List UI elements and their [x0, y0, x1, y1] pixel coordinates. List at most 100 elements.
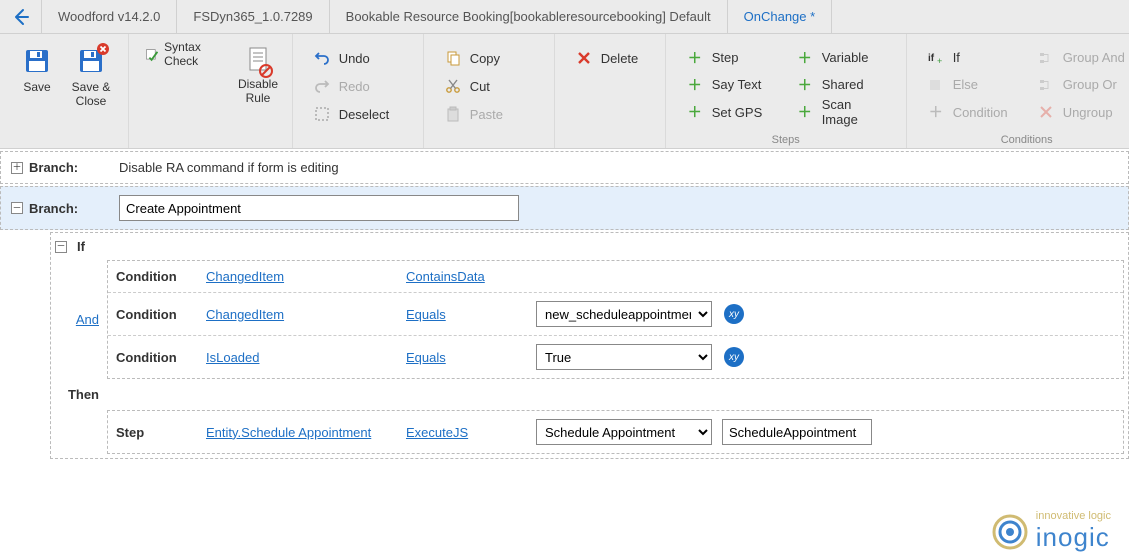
condition-field-link[interactable]: ChangedItem — [206, 269, 284, 284]
step-field-link[interactable]: Entity.Schedule Appointment — [206, 425, 371, 440]
condition-operator-link[interactable]: Equals — [406, 307, 446, 322]
then-row: Then — [55, 379, 1124, 410]
add-variable-button[interactable]: ＋Variable — [792, 44, 890, 71]
delete-icon — [575, 49, 593, 67]
then-label: Then — [55, 387, 107, 402]
arrow-left-icon — [11, 7, 31, 27]
copy-icon — [444, 49, 462, 67]
collapse-toggle[interactable]: － — [11, 202, 23, 214]
cut-button[interactable]: Cut — [440, 72, 538, 100]
plus-icon: ＋ — [796, 76, 814, 94]
save-button[interactable]: Save — [10, 40, 64, 148]
condition-operator-link[interactable]: Equals — [406, 350, 446, 365]
add-else-button: Else — [923, 71, 1021, 98]
step-type: Step — [116, 425, 206, 440]
branch-name-input[interactable] — [119, 195, 519, 221]
ribbon-group-steps: ＋Step ＋Say Text ＋Set GPS ＋Variable ＋Shar… — [666, 34, 907, 148]
condition-row[interactable]: Condition ChangedItem ContainsData — [108, 261, 1123, 292]
condition-value-select[interactable]: new_scheduleappointment — [536, 301, 712, 327]
paste-button: Paste — [440, 100, 538, 128]
add-shared-button[interactable]: ＋Shared — [792, 71, 890, 98]
plus-icon: ＋ — [686, 76, 704, 94]
condition-type: Condition — [116, 307, 206, 322]
logo-tagline: innovative logic — [1036, 510, 1111, 522]
group-or-button: Group Or — [1033, 71, 1129, 98]
back-button[interactable] — [0, 0, 42, 33]
breadcrumb-item-0[interactable]: Woodford v14.2.0 — [42, 0, 177, 33]
and-operator-link[interactable]: And — [76, 312, 99, 327]
logo-icon — [990, 512, 1030, 552]
ungroup-button: Ungroup — [1033, 99, 1129, 126]
delete-button[interactable]: Delete — [571, 44, 649, 72]
add-condition-button: ＋ Condition — [923, 99, 1021, 126]
add-scanimage-button[interactable]: ＋Scan Image — [792, 98, 890, 126]
condition-block: And Condition ChangedItem ContainsData C… — [55, 260, 1124, 379]
cut-icon — [444, 77, 462, 95]
logo-name: inogic — [1036, 522, 1111, 553]
plus-icon: ＋ — [796, 49, 814, 67]
step-row[interactable]: Step Entity.Schedule Appointment Execute… — [107, 410, 1124, 454]
ribbon-group-rule: Syntax Check Disable Rule — [129, 34, 293, 148]
add-step-button[interactable]: ＋Step — [682, 44, 780, 71]
save-icon — [22, 46, 52, 76]
add-saytext-button[interactable]: ＋Say Text — [682, 71, 780, 98]
ribbon-group-conditions: if+ If Else ＋ Condition Group And Group … — [907, 34, 1129, 148]
expand-toggle[interactable]: ＋ — [11, 162, 23, 174]
plus-icon: ＋ — [927, 103, 945, 121]
condition-table: Condition ChangedItem ContainsData Condi… — [107, 260, 1124, 379]
save-close-button[interactable]: Save & Close — [64, 40, 118, 148]
ribbon-group-clipboard: Copy Cut Paste — [424, 34, 555, 148]
deselect-button[interactable]: Deselect — [309, 100, 407, 128]
brand-logo: innovative logic inogic — [990, 510, 1111, 553]
if-block: － If And Condition ChangedItem ContainsD… — [50, 232, 1129, 459]
syntax-check-button[interactable]: Syntax Check — [139, 40, 224, 68]
copy-button[interactable]: Copy — [440, 44, 538, 72]
branch-label: Branch: — [29, 160, 119, 175]
svg-text:if: if — [928, 53, 935, 64]
step-block-wrap: Step Entity.Schedule Appointment Execute… — [55, 410, 1124, 454]
branch-row-expanded[interactable]: － Branch: — [0, 186, 1129, 230]
deselect-icon — [313, 105, 331, 123]
breadcrumb-item-1[interactable]: FSDyn365_1.0.7289 — [177, 0, 329, 33]
disable-rule-icon — [246, 46, 270, 77]
rule-content: ＋ Branch: Disable RA command if form is … — [0, 151, 1129, 459]
add-setgps-button[interactable]: ＋Set GPS — [682, 99, 780, 126]
step-value-select[interactable]: Schedule Appointment — [536, 419, 712, 445]
steps-group-label: Steps — [666, 134, 906, 146]
save-close-icon — [76, 46, 106, 76]
syntax-check-icon — [145, 45, 158, 63]
if-icon: if+ — [927, 49, 945, 67]
plus-icon: ＋ — [796, 103, 814, 121]
ribbon-group-save: Save Save & Close — [0, 34, 129, 148]
breadcrumb: Woodford v14.2.0 FSDyn365_1.0.7289 Booka… — [0, 0, 1129, 34]
condition-type: Condition — [116, 269, 206, 284]
condition-row[interactable]: Condition ChangedItem Equals new_schedul… — [108, 292, 1123, 335]
condition-field-link[interactable]: IsLoaded — [206, 350, 260, 365]
redo-button: Redo — [309, 72, 407, 100]
breadcrumb-item-2[interactable]: Bookable Resource Booking[bookableresour… — [330, 0, 728, 33]
fx-button[interactable]: xy — [724, 304, 744, 324]
ribbon-group-edit1: Undo Redo Deselect — [293, 34, 424, 148]
fx-button[interactable]: xy — [724, 347, 744, 367]
paste-icon — [444, 105, 462, 123]
svg-text:+: + — [937, 56, 942, 66]
breadcrumb-item-3[interactable]: OnChange * — [728, 0, 833, 33]
condition-operator-link[interactable]: ContainsData — [406, 269, 485, 284]
plus-icon: ＋ — [686, 49, 704, 67]
condition-value-select[interactable]: True — [536, 344, 712, 370]
undo-button[interactable]: Undo — [309, 44, 407, 72]
ribbon: Save Save & Close Syntax Check Disable R… — [0, 34, 1129, 149]
condition-field-link[interactable]: ChangedItem — [206, 307, 284, 322]
disable-rule-button[interactable]: Disable Rule — [234, 40, 281, 148]
group-or-icon — [1037, 76, 1055, 94]
ribbon-group-delete: Delete — [555, 34, 666, 148]
condition-row[interactable]: Condition IsLoaded Equals True xy — [108, 335, 1123, 378]
group-and-button: Group And — [1033, 44, 1129, 71]
collapse-toggle[interactable]: － — [55, 241, 67, 253]
else-icon — [927, 76, 945, 94]
ungroup-icon — [1037, 103, 1055, 121]
branch-row-collapsed[interactable]: ＋ Branch: Disable RA command if form is … — [0, 151, 1129, 184]
step-text-input[interactable] — [722, 419, 872, 445]
add-if-button[interactable]: if+ If — [923, 44, 1021, 71]
step-operator-link[interactable]: ExecuteJS — [406, 425, 468, 440]
